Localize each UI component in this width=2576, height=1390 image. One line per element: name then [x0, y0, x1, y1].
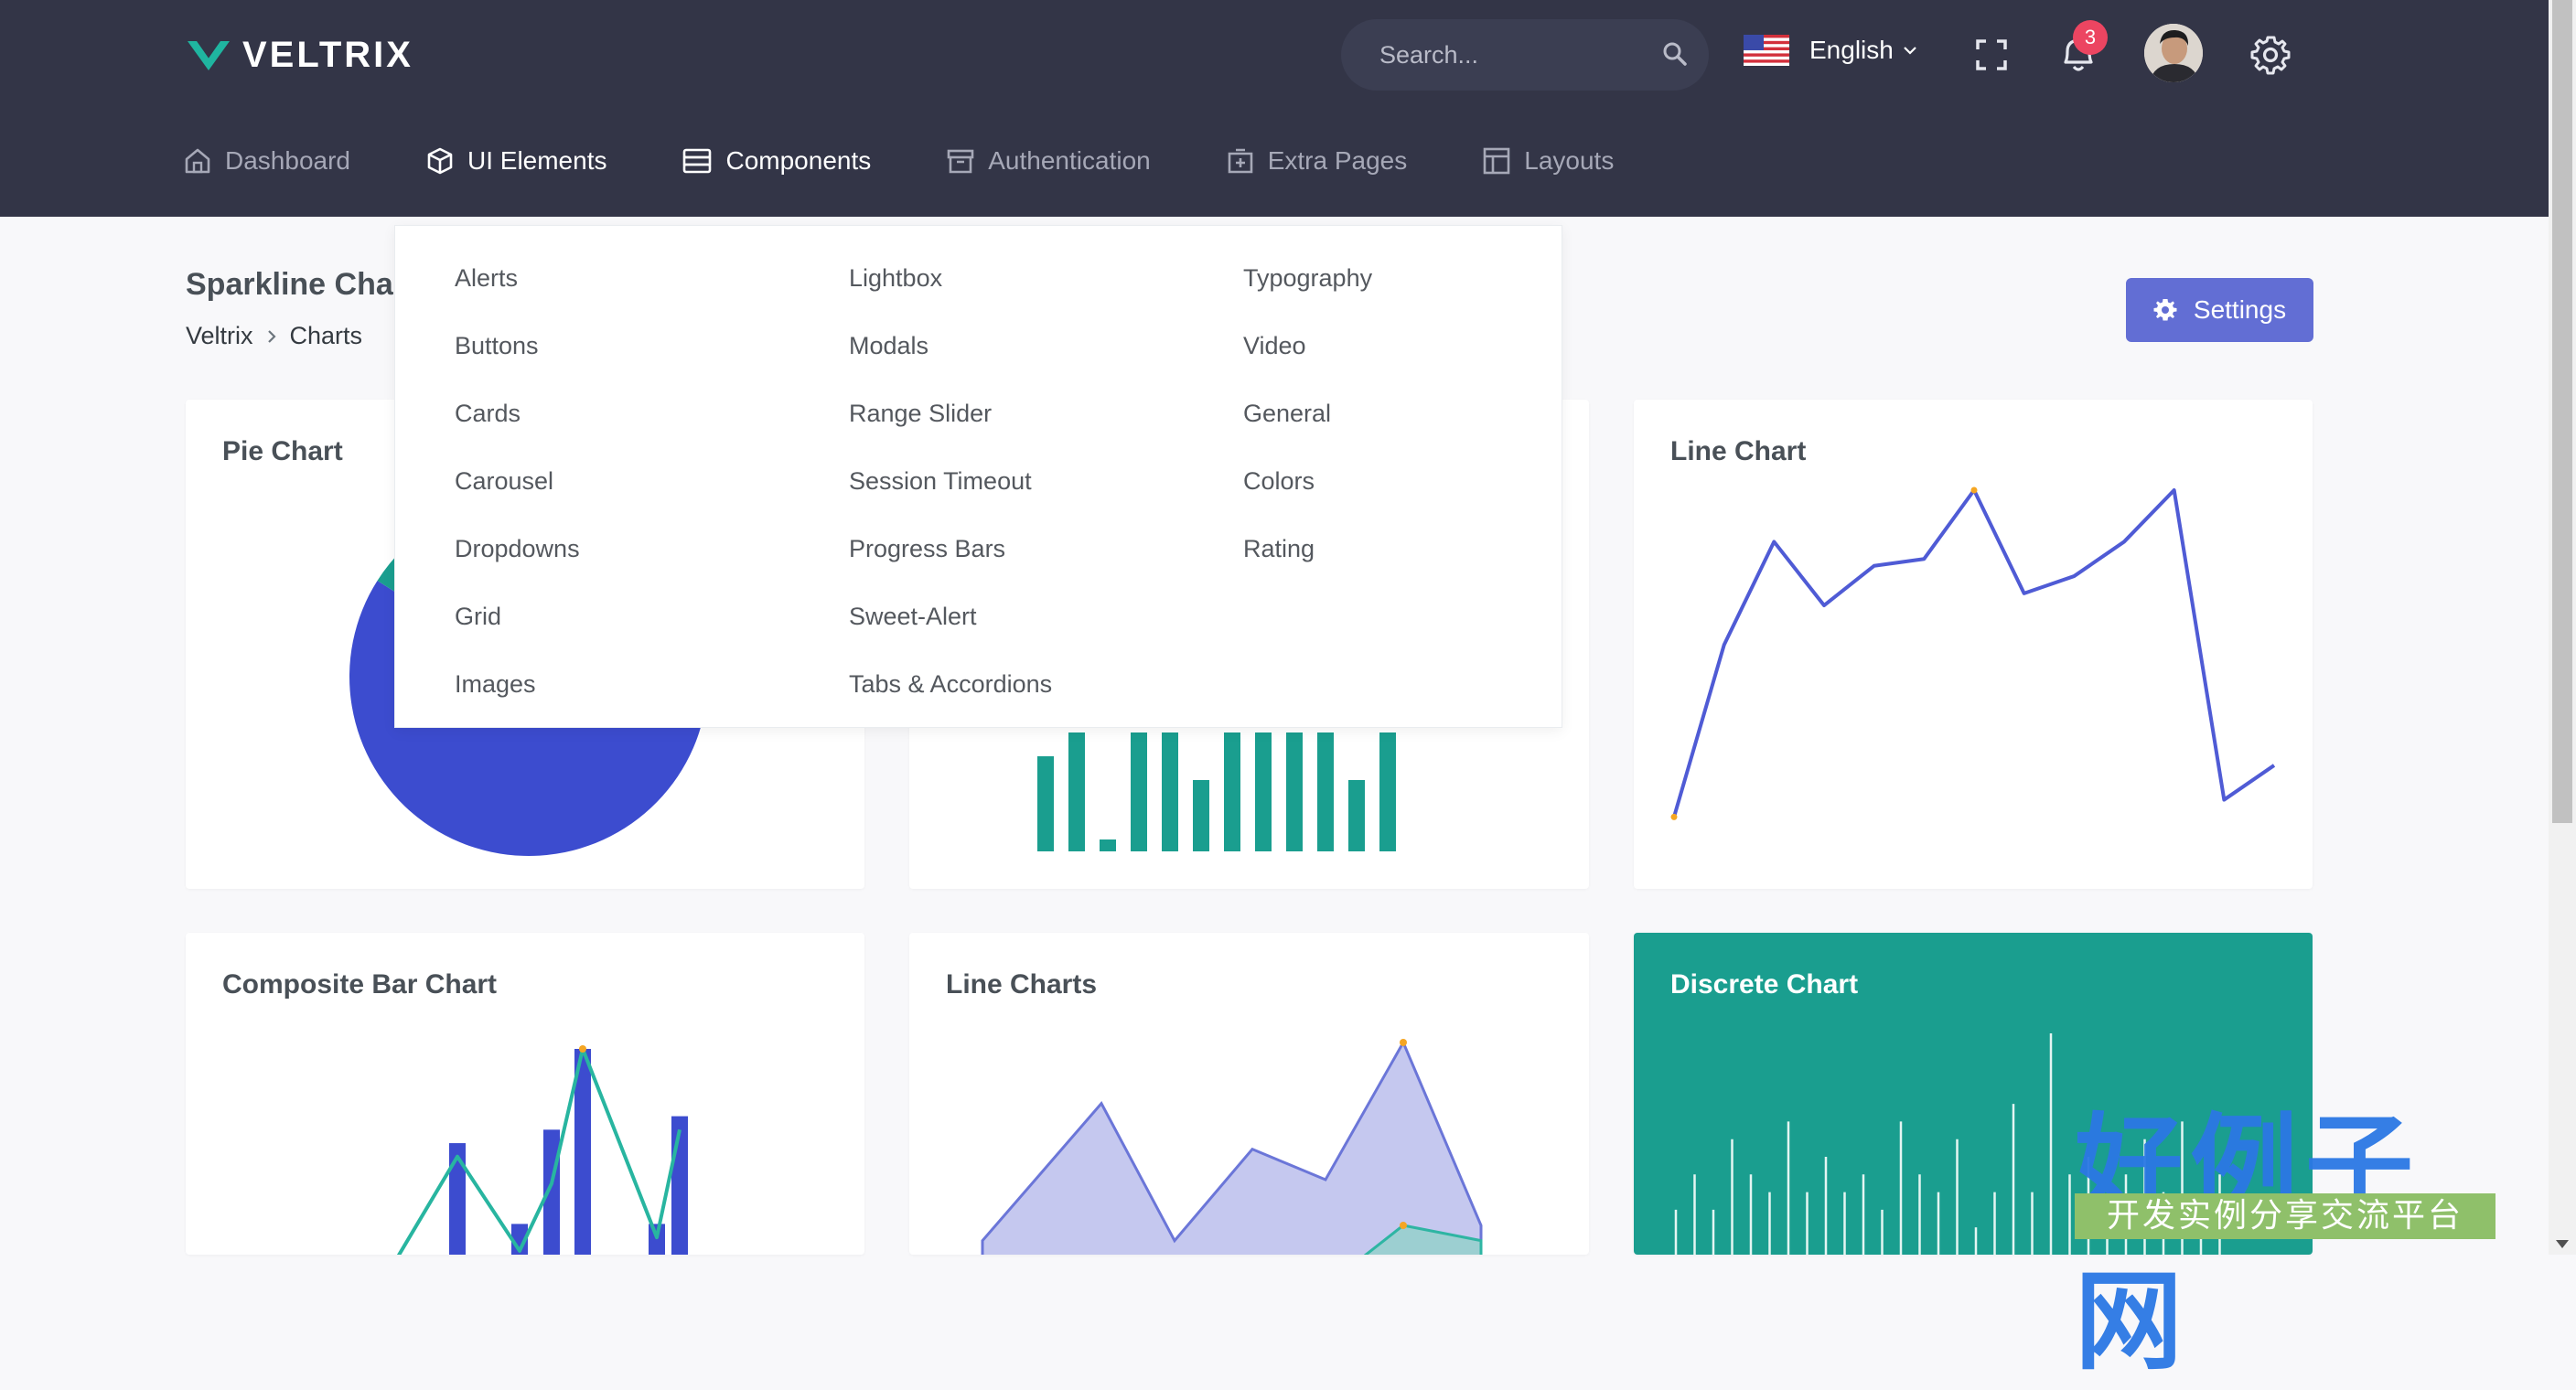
user-avatar-icon [2144, 24, 2203, 82]
nav-item-layouts[interactable]: Layouts [1482, 146, 1614, 176]
brand-name: VELTRIX [242, 35, 413, 75]
watermark-logo: 好例子网 开发实例分享交流平台 [2075, 1077, 2500, 1385]
nav-label: Authentication [988, 146, 1151, 175]
menu-item-video[interactable]: Video [1243, 312, 1372, 380]
chevron-right-icon [267, 329, 276, 343]
layers-icon [683, 148, 712, 174]
main-nav: Dashboard UI Elements Components Authent… [183, 146, 1689, 176]
line-charts-card: Line Charts [909, 933, 1589, 1255]
bar [1255, 732, 1272, 851]
veltrix-logo-icon [188, 39, 230, 70]
breadcrumb-item[interactable]: Veltrix [186, 322, 253, 350]
bar [1037, 756, 1054, 851]
menu-item-typography[interactable]: Typography [1243, 244, 1372, 312]
breadcrumb: Veltrix Charts [186, 322, 362, 350]
bar [649, 1224, 665, 1255]
menu-item-buttons[interactable]: Buttons [455, 312, 580, 380]
bar [1193, 780, 1209, 851]
menu-item-cards[interactable]: Cards [455, 380, 580, 447]
area-point [1400, 1039, 1407, 1046]
fullscreen-icon[interactable] [1975, 38, 2008, 71]
menu-item-grid[interactable]: Grid [455, 583, 580, 650]
menu-item-range-slider[interactable]: Range Slider [849, 380, 1052, 447]
composite-bar-chart [396, 1045, 688, 1255]
language-label: English [1809, 36, 1894, 64]
notification-badge: 3 [2073, 20, 2108, 55]
line-chart [1670, 486, 2276, 820]
line-point [579, 1045, 586, 1053]
ui-elements-dropdown: Alerts Buttons Cards Carousel Dropdowns … [394, 225, 1562, 728]
dropdown-column: Alerts Buttons Cards Carousel Dropdowns … [455, 261, 580, 734]
watermark-logo-tagline: 开发实例分享交流平台 [2075, 1193, 2496, 1239]
scrollbar-thumb[interactable] [2552, 0, 2572, 823]
line-point [1970, 486, 1978, 494]
line-series [396, 1047, 682, 1255]
bar [1224, 732, 1240, 851]
menu-item-dropdowns[interactable]: Dropdowns [455, 515, 580, 583]
composite-bar-chart-card: Composite Bar Chart [186, 933, 864, 1255]
line-series [1672, 488, 2276, 818]
nav-item-ui-elements[interactable]: UI Elements [425, 146, 607, 176]
topbar: VELTRIX English 3 [0, 0, 2549, 217]
page-title: Sparkline Char [186, 267, 405, 302]
search-box[interactable] [1341, 19, 1709, 91]
nav-label: UI Elements [467, 146, 607, 175]
nav-label: Extra Pages [1267, 146, 1408, 175]
chevron-down-icon [1904, 47, 1916, 55]
menu-item-images[interactable]: Images [455, 650, 580, 718]
line-point [1670, 813, 1678, 820]
menu-item-lightbox[interactable]: Lightbox [849, 244, 1052, 312]
search-icon[interactable] [1661, 40, 1689, 68]
bar [1286, 732, 1303, 851]
menu-item-alerts[interactable]: Alerts [455, 244, 580, 312]
area-point [1400, 1222, 1407, 1229]
bar [1100, 839, 1116, 851]
file-plus-icon [1228, 148, 1253, 174]
menu-item-modals[interactable]: Modals [849, 312, 1052, 380]
bar [1131, 732, 1147, 851]
menu-item-sweet-alert[interactable]: Sweet-Alert [849, 583, 1052, 650]
page-scrollbar[interactable] [2549, 0, 2576, 1255]
menu-item-carousel[interactable]: Carousel [455, 447, 580, 515]
avatar[interactable] [2144, 24, 2203, 82]
layout-icon [1483, 147, 1510, 175]
home-icon [185, 148, 210, 174]
nav-item-extra-pages[interactable]: Extra Pages [1226, 146, 1408, 176]
settings-label: Settings [2193, 295, 2287, 324]
bar [1317, 732, 1334, 851]
nav-label: Dashboard [225, 146, 350, 175]
area-chart [981, 1039, 1483, 1255]
search-input[interactable] [1378, 39, 1647, 70]
breadcrumb-item[interactable]: Charts [290, 322, 363, 350]
menu-item-rating[interactable]: Rating [1243, 515, 1372, 583]
menu-item-general[interactable]: General [1243, 380, 1372, 447]
language-selector[interactable]: English [1744, 35, 1917, 66]
dropdown-column: Typography Video General Colors Rating [1243, 261, 1372, 599]
menu-item-colors[interactable]: Colors [1243, 447, 1372, 515]
gear-icon[interactable] [2250, 35, 2291, 75]
cog-icon [2153, 299, 2177, 321]
menu-item-progress-bars[interactable]: Progress Bars [849, 515, 1052, 583]
nav-item-components[interactable]: Components [682, 146, 871, 176]
nav-label: Components [725, 146, 872, 175]
nav-label: Layouts [1524, 146, 1615, 175]
dropdown-column: Lightbox Modals Range Slider Session Tim… [849, 261, 1052, 734]
menu-item-tabs-accordions[interactable]: Tabs & Accordions [849, 650, 1052, 718]
bar [1162, 732, 1178, 851]
us-flag-icon [1744, 35, 1789, 66]
settings-button[interactable]: Settings [2126, 278, 2313, 342]
bar [1068, 732, 1085, 851]
brand-logo[interactable]: VELTRIX [186, 35, 413, 76]
bar [1348, 780, 1365, 851]
nav-item-authentication[interactable]: Authentication [946, 146, 1151, 176]
bar [1379, 732, 1396, 851]
menu-item-session-timeout[interactable]: Session Timeout [849, 447, 1052, 515]
line-chart-card: Line Chart [1634, 400, 2313, 889]
cube-icon [427, 147, 453, 175]
nav-item-dashboard[interactable]: Dashboard [183, 146, 350, 176]
scroll-down-arrow-icon[interactable] [2556, 1240, 2569, 1248]
archive-icon [947, 149, 974, 174]
area-series [981, 1039, 1483, 1255]
